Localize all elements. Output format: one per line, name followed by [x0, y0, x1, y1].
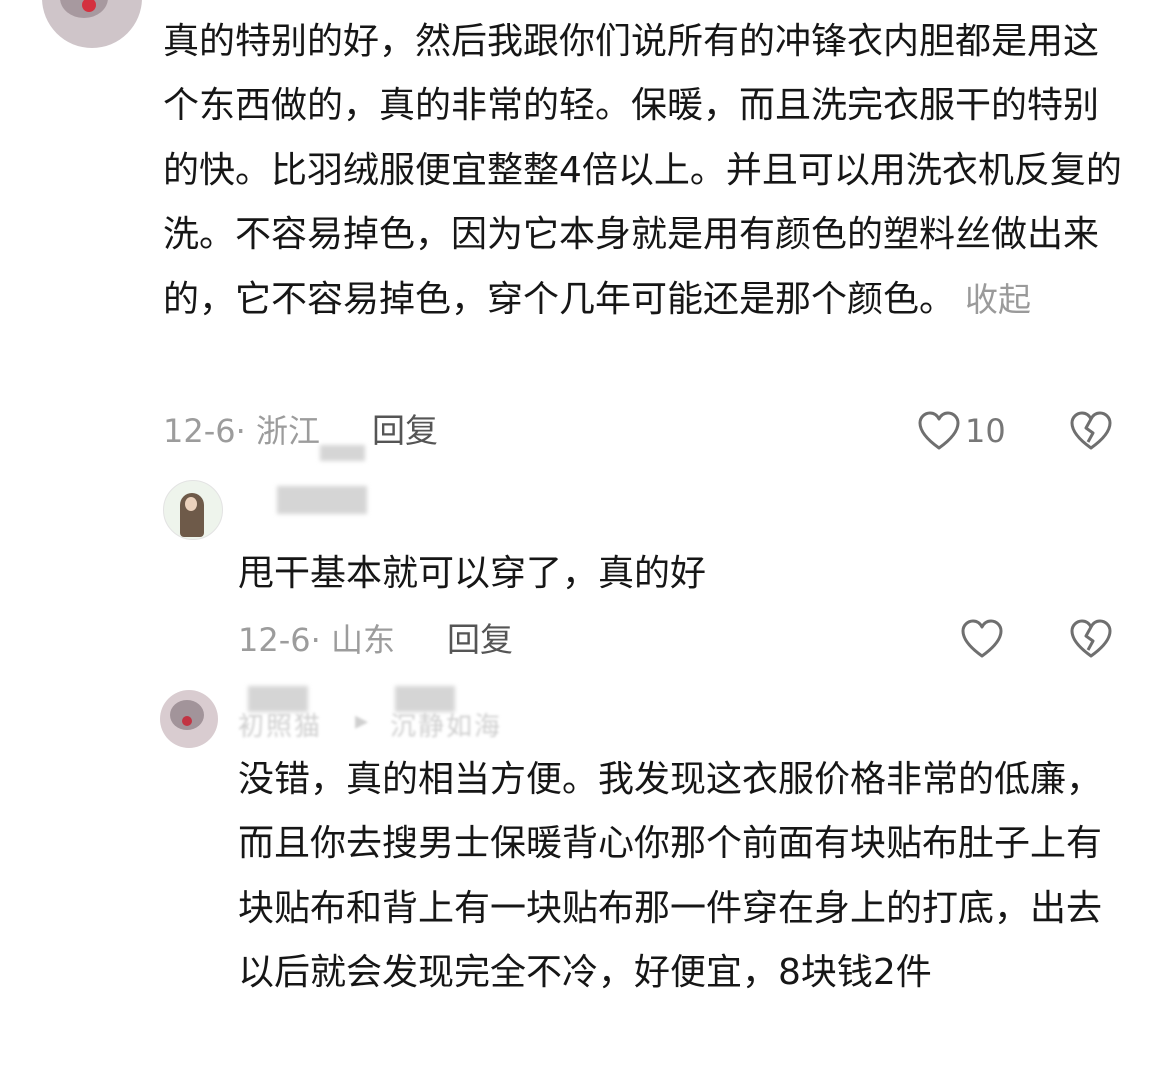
username[interactable]: 初照猫 [238, 706, 322, 743]
reply-arrow-icon: ▸ [355, 706, 371, 736]
comment-date-location: 12-6· 山东 [238, 621, 395, 659]
reply-button[interactable]: 回复 [447, 620, 513, 660]
reply-target-username[interactable]: 沉静如海 [390, 706, 502, 743]
heart-outline-icon[interactable] [917, 410, 961, 452]
avatar[interactable] [163, 480, 223, 540]
comment-paragraph: 真的特别的好，然后我跟你们说所有的冲锋衣内胆都是用这个东西做的，真的非常的轻。保… [163, 21, 1122, 320]
redacted-block [320, 445, 365, 461]
comment-text: 甩干基本就可以穿了，真的好 [238, 553, 707, 594]
comment-text: 没错，真的相当方便。我发现这衣服价格非常的低廉，而且你去搜男士保暖背心你那个前面… [238, 759, 1103, 994]
avatar[interactable] [42, 0, 142, 48]
comment-text: 真的特别的好，然后我跟你们说所有的冲锋衣内胆都是用这个东西做的，真的非常的轻。保… [163, 10, 1123, 332]
heart-outline-icon[interactable] [960, 618, 1004, 660]
username-redacted [277, 486, 367, 514]
like-count: 10 [965, 412, 1006, 450]
reply-button[interactable]: 回复 [372, 411, 438, 451]
broken-heart-icon[interactable] [1069, 618, 1113, 660]
collapse-link[interactable]: 收起 [965, 280, 1031, 319]
broken-heart-icon[interactable] [1069, 410, 1113, 452]
avatar[interactable] [160, 690, 218, 748]
comment-date-location: 12-6· 浙江 [163, 412, 320, 450]
